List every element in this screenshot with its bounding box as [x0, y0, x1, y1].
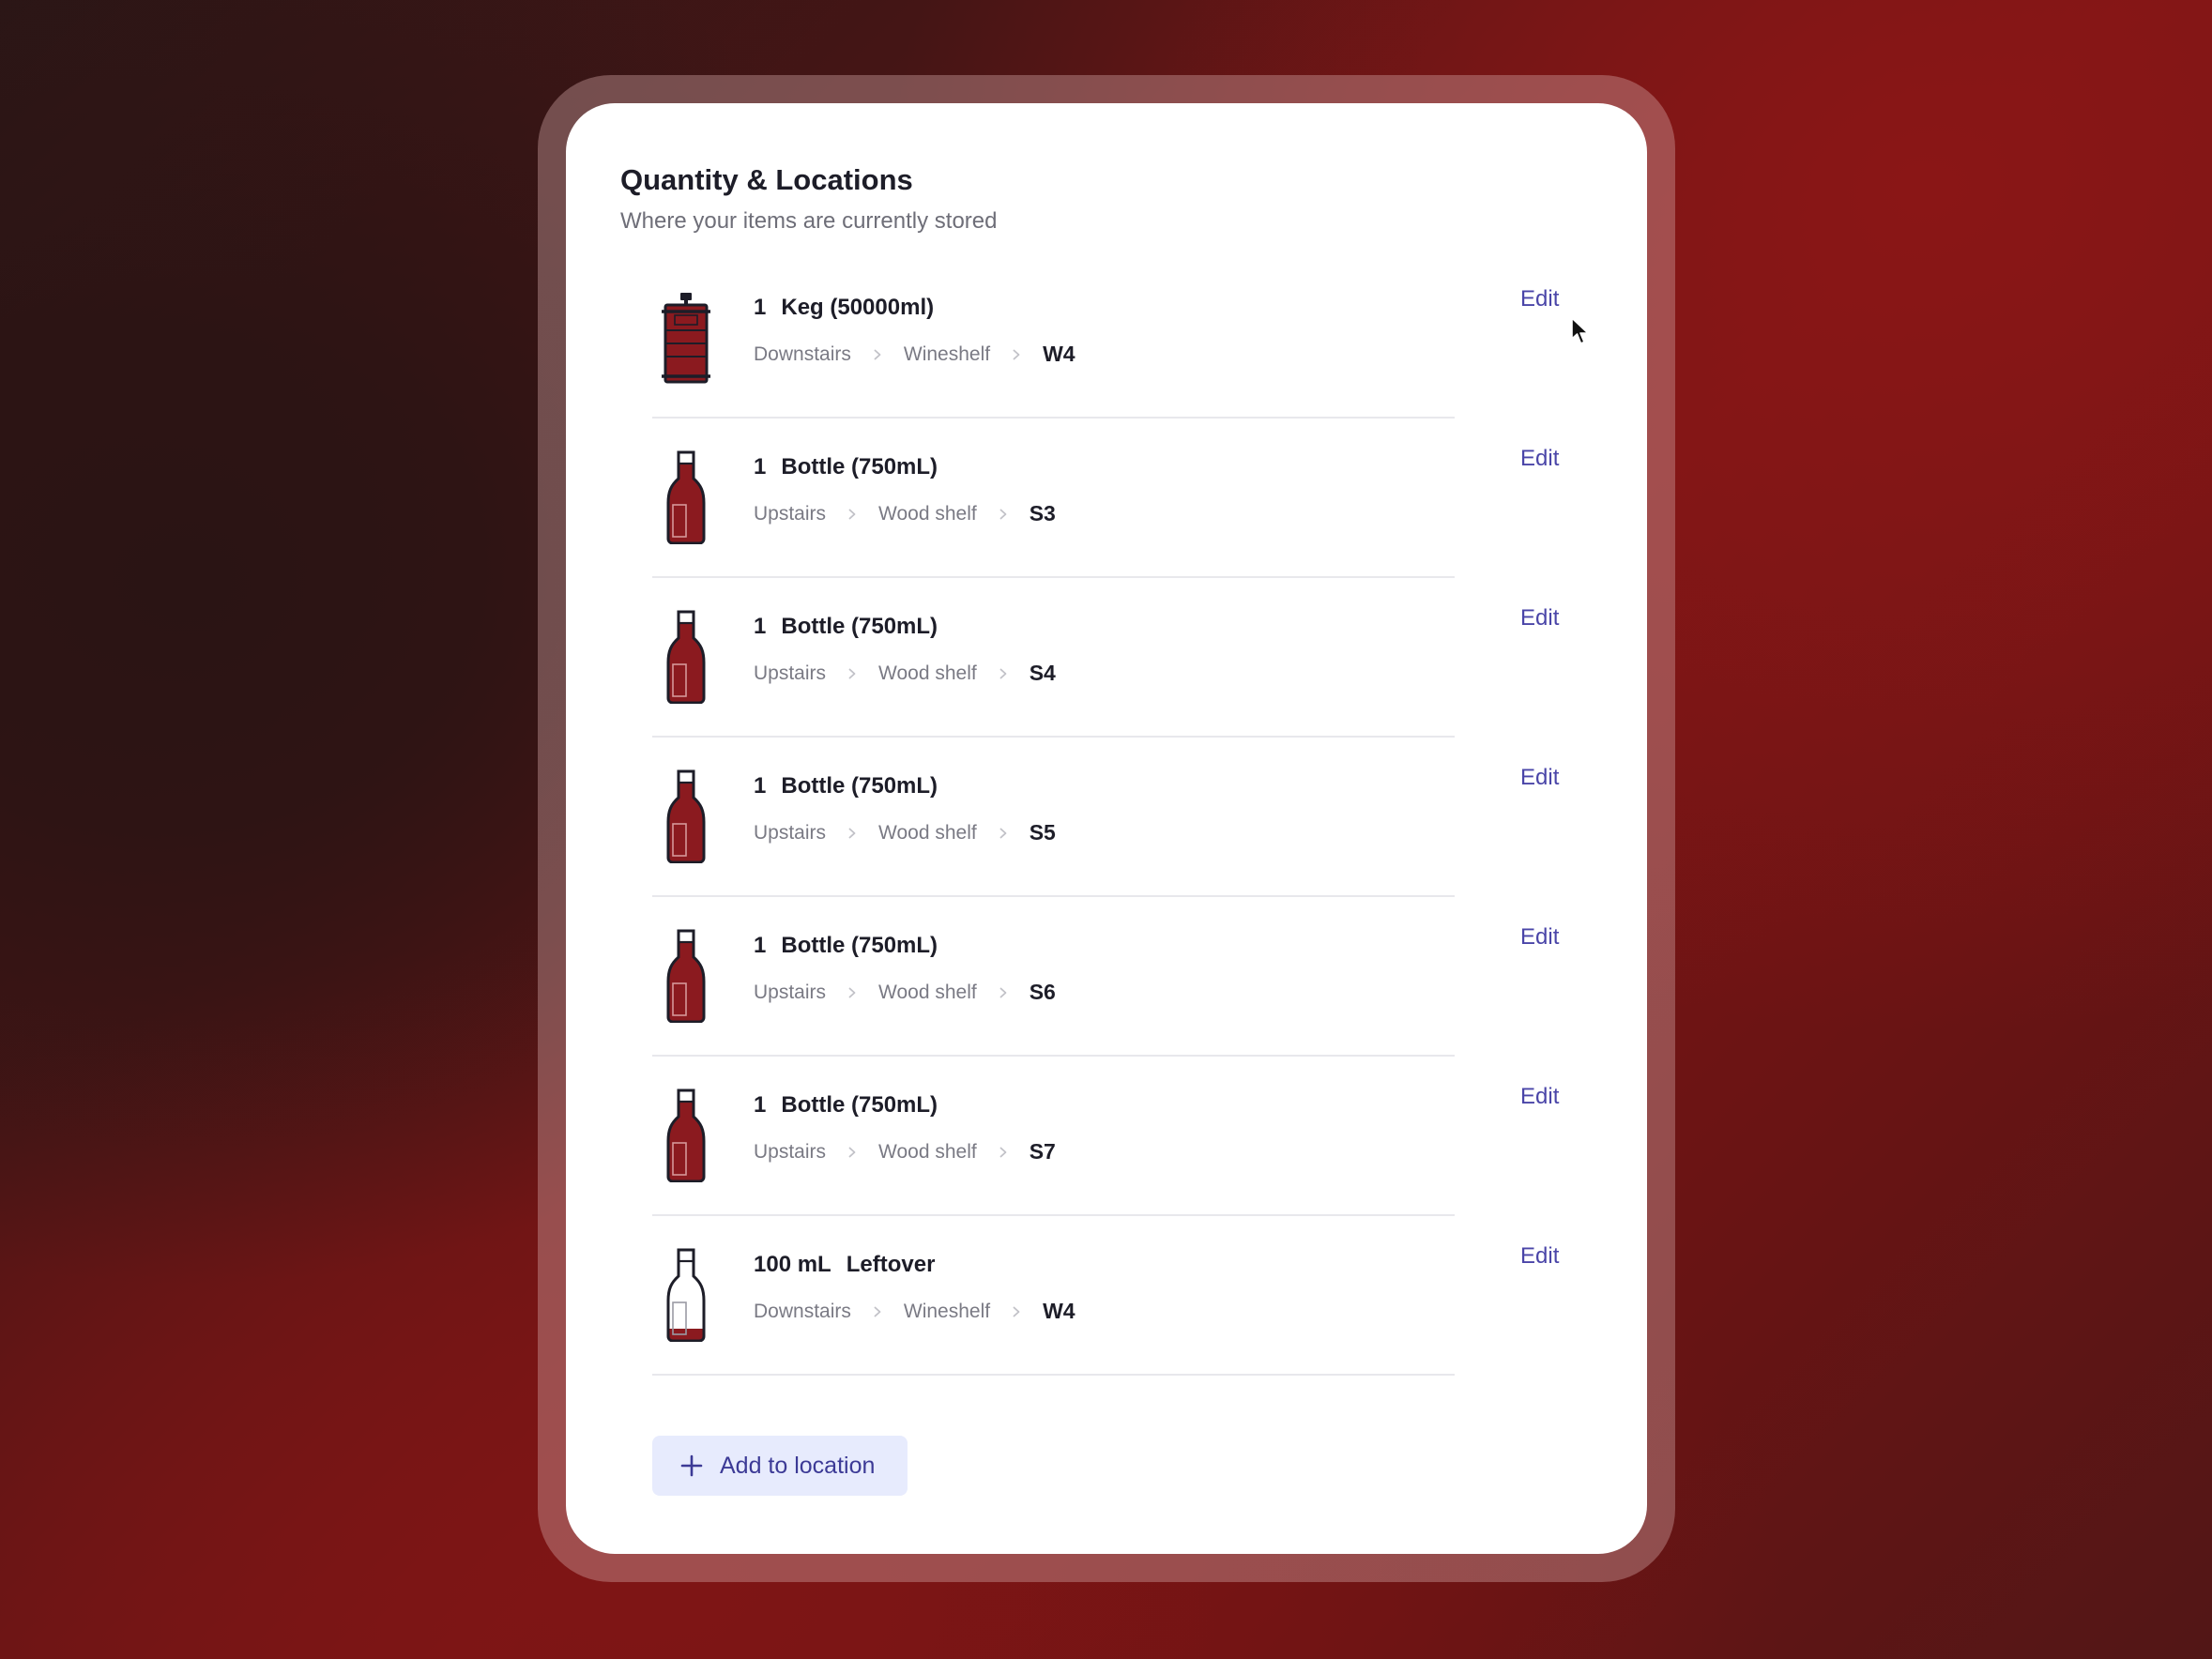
- item-quantity: 1: [754, 773, 767, 799]
- chevron-right-icon: [847, 509, 858, 520]
- location-segment: Upstairs: [754, 1140, 827, 1163]
- edit-button[interactable]: Edit: [1520, 765, 1559, 791]
- location-breadcrumb: Upstairs Wood shelf S5: [754, 820, 1056, 845]
- chevron-right-icon: [1011, 1306, 1022, 1317]
- chevron-right-icon: [998, 1147, 1009, 1158]
- location-breadcrumb: Downstairs Wineshelf W4: [754, 342, 1075, 367]
- location-slot: S7: [1029, 1139, 1056, 1164]
- location-row: 1 Bottle (750mL) Upstairs Wood shelf S7: [652, 1057, 1455, 1216]
- add-to-location-button[interactable]: Add to location: [652, 1436, 908, 1496]
- item-title: 1 Bottle (750mL): [754, 773, 938, 799]
- item-title: 1 Bottle (750mL): [754, 614, 938, 640]
- location-breadcrumb: Upstairs Wood shelf S7: [754, 1139, 1056, 1164]
- location-row: 1 Bottle (750mL) Upstairs Wood shelf S3: [652, 419, 1455, 578]
- item-title: 100 mL Leftover: [754, 1252, 935, 1278]
- item-container: Keg (50000ml): [781, 295, 935, 320]
- item-quantity: 1: [754, 1092, 767, 1118]
- location-breadcrumb: Upstairs Wood shelf S4: [754, 661, 1056, 686]
- location-row: 1 Bottle (750mL) Upstairs Wood shelf S4: [652, 578, 1455, 738]
- item-title: 1 Keg (50000ml): [754, 295, 934, 321]
- location-segment: Wineshelf: [903, 342, 991, 365]
- card-title: Quantity & Locations: [620, 163, 913, 196]
- location-segment: Wood shelf: [878, 662, 977, 684]
- location-breadcrumb: Downstairs Wineshelf W4: [754, 1299, 1075, 1324]
- location-list: 1 Keg (50000ml) Downstairs Wineshelf W4 1 Bott…: [652, 259, 1455, 1376]
- location-row: 1 Keg (50000ml) Downstairs Wineshelf W4: [652, 259, 1455, 419]
- location-segment: Wood shelf: [878, 981, 977, 1003]
- chevron-right-icon: [872, 1306, 883, 1317]
- edit-button[interactable]: Edit: [1520, 286, 1559, 312]
- location-slot: S6: [1029, 980, 1056, 1004]
- wine-bottle-icon: [652, 450, 720, 544]
- location-segment: Wood shelf: [878, 1140, 977, 1163]
- item-quantity: 1: [754, 454, 767, 479]
- item-container: Bottle (750mL): [781, 454, 938, 479]
- location-segment: Upstairs: [754, 502, 827, 525]
- item-title: 1 Bottle (750mL): [754, 454, 938, 480]
- mouse-pointer-icon: [1570, 316, 1591, 346]
- location-slot: W4: [1043, 342, 1075, 366]
- item-container: Bottle (750mL): [781, 1092, 938, 1118]
- edit-button[interactable]: Edit: [1520, 605, 1559, 632]
- quantity-locations-card: Quantity & Locations Where your items ar…: [566, 103, 1647, 1554]
- location-segment: Downstairs: [754, 342, 851, 365]
- chevron-right-icon: [872, 349, 883, 360]
- item-title: 1 Bottle (750mL): [754, 933, 938, 959]
- location-segment: Downstairs: [754, 1300, 851, 1322]
- item-quantity: 100 mL: [754, 1252, 831, 1277]
- wine-bottle-icon: [652, 929, 720, 1023]
- wine-bottle-icon: [652, 1088, 720, 1182]
- location-breadcrumb: Upstairs Wood shelf S3: [754, 501, 1056, 526]
- chevron-right-icon: [998, 987, 1009, 998]
- location-breadcrumb: Upstairs Wood shelf S6: [754, 980, 1056, 1005]
- item-title: 1 Bottle (750mL): [754, 1092, 938, 1119]
- location-slot: S4: [1029, 661, 1056, 685]
- card-subtitle: Where your items are currently stored: [620, 208, 998, 234]
- edit-button[interactable]: Edit: [1520, 1084, 1559, 1110]
- location-slot: S3: [1029, 501, 1056, 525]
- location-segment: Upstairs: [754, 821, 827, 844]
- chevron-right-icon: [847, 668, 858, 679]
- chevron-right-icon: [998, 828, 1009, 839]
- edit-button[interactable]: Edit: [1520, 924, 1559, 951]
- location-slot: W4: [1043, 1299, 1075, 1323]
- edit-button[interactable]: Edit: [1520, 446, 1559, 472]
- location-row: 1 Bottle (750mL) Upstairs Wood shelf S6: [652, 897, 1455, 1057]
- item-container: Bottle (750mL): [781, 933, 938, 958]
- location-segment: Wood shelf: [878, 821, 977, 844]
- chevron-right-icon: [998, 509, 1009, 520]
- plus-icon: [680, 1454, 703, 1477]
- chevron-right-icon: [847, 987, 858, 998]
- location-segment: Wineshelf: [903, 1300, 991, 1322]
- chevron-right-icon: [998, 668, 1009, 679]
- chevron-right-icon: [847, 1147, 858, 1158]
- leftover-bottle-icon: [652, 1248, 720, 1342]
- location-segment: Upstairs: [754, 981, 827, 1003]
- location-slot: S5: [1029, 820, 1056, 845]
- chevron-right-icon: [847, 828, 858, 839]
- chevron-right-icon: [1011, 349, 1022, 360]
- location-segment: Upstairs: [754, 662, 827, 684]
- location-segment: Wood shelf: [878, 502, 977, 525]
- wine-bottle-icon: [652, 610, 720, 704]
- location-row: 1 Bottle (750mL) Upstairs Wood shelf S5: [652, 738, 1455, 897]
- edit-button[interactable]: Edit: [1520, 1243, 1559, 1270]
- location-row: 100 mL Leftover Downstairs Wineshelf W4: [652, 1216, 1455, 1376]
- add-to-location-label: Add to location: [720, 1452, 876, 1479]
- wine-bottle-icon: [652, 769, 720, 863]
- item-container: Bottle (750mL): [781, 614, 938, 639]
- item-quantity: 1: [754, 614, 767, 639]
- keg-icon: [652, 291, 720, 385]
- item-container: Bottle (750mL): [781, 773, 938, 799]
- item-quantity: 1: [754, 933, 767, 958]
- item-container: Leftover: [846, 1252, 936, 1277]
- item-quantity: 1: [754, 295, 767, 320]
